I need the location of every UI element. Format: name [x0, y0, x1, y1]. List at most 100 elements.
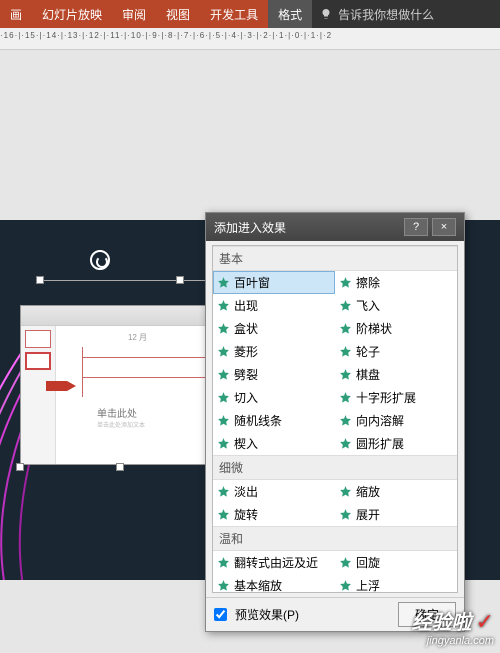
- horizontal-ruler[interactable]: ·16·|·15·|·14·|·13·|·12·|·11·|·10·|·9·|·…: [0, 28, 500, 50]
- effect-label: 楔入: [234, 435, 258, 452]
- effect-label: 随机线条: [234, 412, 282, 429]
- star-icon: [339, 556, 352, 569]
- red-arrow-icon: [46, 381, 76, 391]
- effect-item[interactable]: 向内溶解: [335, 409, 457, 432]
- effect-list[interactable]: 基本百叶窗 擦除出现 飞入盒状 阶梯状菱形 轮子劈裂 棋盘切入 十字形扩展随机线条 向内溶解楔…: [212, 245, 458, 593]
- watermark-cn: 经验啦: [412, 612, 472, 634]
- star-icon: [339, 437, 352, 450]
- embedded-sub-placeholder: 单击此处添加文本: [97, 420, 213, 429]
- star-icon: [339, 414, 352, 427]
- effect-label: 出现: [234, 297, 258, 314]
- effect-label: 淡出: [234, 483, 258, 500]
- effect-label: 菱形: [234, 343, 258, 360]
- star-icon: [339, 322, 352, 335]
- effect-category-header: 细微: [213, 455, 457, 480]
- embedded-main: 12 月 单击此处 单击此处添加文本: [56, 326, 219, 464]
- star-icon: [217, 276, 230, 289]
- ribbon-tab-developer[interactable]: 开发工具: [200, 0, 268, 28]
- watermark: 经验啦✓ jingyanla.com: [412, 606, 494, 647]
- embedded-thumbnail-pane: [21, 326, 56, 464]
- star-icon: [217, 508, 230, 521]
- effect-item[interactable]: 展开: [335, 503, 457, 526]
- rotate-handle-icon[interactable]: [90, 250, 110, 270]
- effect-item[interactable]: 百叶窗: [213, 271, 335, 294]
- effect-item[interactable]: 棋盘: [335, 363, 457, 386]
- preview-checkbox[interactable]: [214, 608, 227, 621]
- ribbon-tab-anim[interactable]: 画: [0, 0, 32, 28]
- ribbon: 画 幻灯片放映 审阅 视图 开发工具 格式 告诉我你想做什么: [0, 0, 500, 28]
- effect-category-header: 温和: [213, 526, 457, 551]
- dialog-close-button[interactable]: ×: [432, 218, 456, 236]
- effect-item[interactable]: 基本缩放: [213, 574, 335, 593]
- checkmark-icon: ✓: [476, 609, 494, 634]
- effect-item[interactable]: 淡出: [213, 480, 335, 503]
- effect-category-header: 基本: [213, 246, 457, 271]
- lightbulb-icon: [320, 8, 332, 20]
- star-icon: [217, 485, 230, 498]
- star-icon: [339, 299, 352, 312]
- embedded-thumb: [25, 330, 51, 348]
- effect-label: 阶梯状: [356, 320, 392, 337]
- star-icon: [339, 485, 352, 498]
- star-icon: [217, 437, 230, 450]
- effect-item[interactable]: 出现: [213, 294, 335, 317]
- dialog-titlebar[interactable]: 添加进入效果 ? ×: [206, 213, 464, 241]
- embedded-titlebar: [21, 306, 219, 326]
- effect-item[interactable]: 旋转: [213, 503, 335, 526]
- effect-label: 上浮: [356, 577, 380, 593]
- embedded-placeholder: 单击此处: [97, 405, 213, 420]
- ribbon-tab-review[interactable]: 审阅: [112, 0, 156, 28]
- effect-item[interactable]: 盒状: [213, 317, 335, 340]
- effect-item[interactable]: 劈裂: [213, 363, 335, 386]
- effect-item[interactable]: 缩放: [335, 480, 457, 503]
- effect-item[interactable]: 随机线条: [213, 409, 335, 432]
- preview-label: 预览效果(P): [235, 606, 299, 623]
- effect-item[interactable]: 切入: [213, 386, 335, 409]
- embedded-month-label: 12 月: [62, 332, 213, 343]
- effect-item[interactable]: 阶梯状: [335, 317, 457, 340]
- star-icon: [339, 579, 352, 592]
- selection-handle[interactable]: [36, 276, 44, 284]
- embedded-thumb: [25, 352, 51, 370]
- ruler-ticks: ·16·|·15·|·14·|·13·|·12·|·11·|·10·|·9·|·…: [0, 31, 332, 40]
- effect-item[interactable]: 圆形扩展: [335, 432, 457, 455]
- effect-item[interactable]: 回旋: [335, 551, 457, 574]
- dialog-title: 添加进入效果: [214, 219, 400, 236]
- effect-item[interactable]: 擦除: [335, 271, 457, 294]
- effect-item[interactable]: 轮子: [335, 340, 457, 363]
- effect-item[interactable]: 翻转式由远及近: [213, 551, 335, 574]
- effect-label: 棋盘: [356, 366, 380, 383]
- ribbon-tab-view[interactable]: 视图: [156, 0, 200, 28]
- effect-label: 缩放: [356, 483, 380, 500]
- effect-item[interactable]: 上浮: [335, 574, 457, 593]
- star-icon: [217, 556, 230, 569]
- effect-item[interactable]: 十字形扩展: [335, 386, 457, 409]
- selection-handle[interactable]: [16, 463, 24, 471]
- effect-item[interactable]: 菱形: [213, 340, 335, 363]
- embedded-object[interactable]: 12 月 单击此处 单击此处添加文本: [20, 305, 220, 465]
- effect-label: 基本缩放: [234, 577, 282, 593]
- dialog-help-button[interactable]: ?: [404, 218, 428, 236]
- selection-handle[interactable]: [176, 276, 184, 284]
- ribbon-tab-format[interactable]: 格式: [268, 0, 312, 28]
- effect-label: 切入: [234, 389, 258, 406]
- star-icon: [217, 414, 230, 427]
- star-icon: [217, 322, 230, 335]
- star-icon: [217, 579, 230, 592]
- ribbon-tab-slideshow[interactable]: 幻灯片放映: [32, 0, 112, 28]
- tell-me-search[interactable]: 告诉我你想做什么: [312, 0, 442, 28]
- effect-item[interactable]: 楔入: [213, 432, 335, 455]
- star-icon: [339, 345, 352, 358]
- effect-label: 回旋: [356, 554, 380, 571]
- effect-label: 百叶窗: [234, 274, 270, 291]
- effect-item[interactable]: 飞入: [335, 294, 457, 317]
- add-entrance-effect-dialog: 添加进入效果 ? × 基本百叶窗 擦除出现 飞入盒状 阶梯状菱形 轮子劈裂 棋盘切入 十字形…: [205, 212, 465, 632]
- effect-label: 旋转: [234, 506, 258, 523]
- selection-handle[interactable]: [116, 463, 124, 471]
- effect-label: 劈裂: [234, 366, 258, 383]
- effect-label: 向内溶解: [356, 412, 404, 429]
- star-icon: [217, 391, 230, 404]
- star-icon: [339, 368, 352, 381]
- effect-label: 十字形扩展: [356, 389, 416, 406]
- star-icon: [217, 299, 230, 312]
